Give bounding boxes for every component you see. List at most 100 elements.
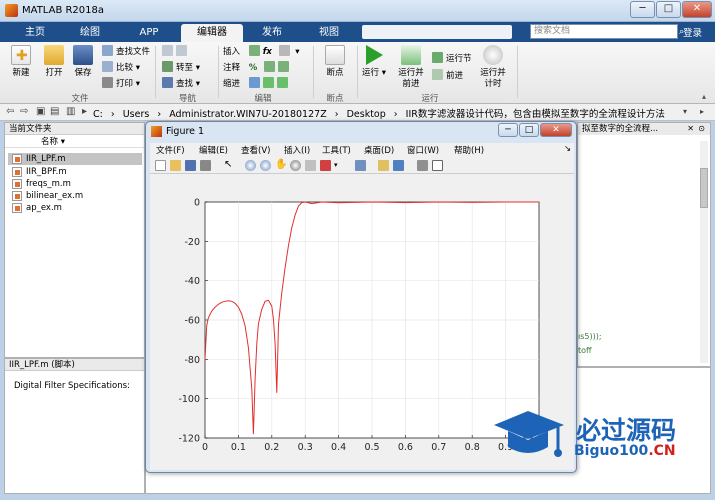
back-icon[interactable]: ⇦ (6, 106, 14, 117)
path-dropdown-icon[interactable]: ▾ (683, 107, 687, 116)
new-button[interactable]: ✚ 新建 (6, 45, 36, 79)
menu-view[interactable]: 查看(V) (241, 144, 270, 156)
nav-arrows[interactable] (162, 45, 190, 58)
save-button[interactable]: 保存 (70, 45, 96, 79)
folder-icon[interactable]: ▥ (66, 106, 75, 117)
menu-window[interactable]: 窗口(W) (407, 144, 439, 156)
tab-publish[interactable]: 发布 (246, 24, 298, 42)
menu-edit[interactable]: 编辑(E) (199, 144, 228, 156)
search-input[interactable]: 搜索文档 (530, 24, 678, 39)
m-file-icon (12, 167, 22, 177)
tab-plots[interactable]: 绘图 (64, 24, 116, 42)
advance-button[interactable]: 前进 (432, 69, 463, 82)
zoom-in-icon[interactable] (245, 160, 256, 171)
indent-increase-icon (262, 77, 274, 88)
breakpoints-button[interactable]: 断点 (318, 45, 352, 79)
menu-tools[interactable]: 工具(T) (322, 144, 351, 156)
path-separator: › (157, 109, 162, 120)
legend-icon[interactable] (393, 160, 404, 171)
open-file-icon[interactable] (170, 160, 181, 171)
run-button[interactable]: 运行 ▾ (360, 45, 388, 79)
link-plot-icon[interactable] (355, 160, 366, 171)
compare-button[interactable]: 比较 ▾ (102, 61, 140, 74)
fx-icon[interactable]: fx (263, 47, 272, 57)
code-line: ıs5))); (578, 332, 602, 341)
minimize-button[interactable]: ─ (630, 1, 655, 18)
indent-button[interactable]: 缩进 (223, 77, 291, 90)
menu-desktop[interactable]: 桌面(D) (364, 144, 394, 156)
brush-icon[interactable] (320, 160, 331, 171)
folder-up-icon[interactable]: ▣ (36, 106, 45, 117)
group-separator (218, 46, 219, 98)
goto-button[interactable]: 转至 ▾ (162, 61, 200, 74)
run-and-advance-button[interactable]: 运行并 前进 (394, 45, 428, 90)
menu-insert[interactable]: 插入(I) (284, 144, 310, 156)
run-section-icon (432, 52, 443, 63)
run-section-button[interactable]: 运行节 (432, 52, 472, 65)
figure-maximize-button[interactable]: □ (519, 123, 539, 137)
find-label: 查找 (176, 79, 194, 89)
login-link[interactable]: 登录 (683, 25, 702, 39)
run-and-time-button[interactable]: 运行并 计时 (476, 45, 510, 90)
tab-view[interactable]: 视图 (302, 24, 356, 42)
data-cursor-icon[interactable] (305, 160, 316, 171)
path-segment[interactable]: IIR数字滤波器设计代码，包含由模拟至数字的全流程设计方法 (406, 109, 665, 120)
save-figure-icon[interactable] (185, 160, 196, 171)
find-files-button[interactable]: 查找文件 (102, 45, 150, 58)
new-figure-icon[interactable] (155, 160, 166, 171)
comment-icon (263, 61, 275, 72)
rotate-icon[interactable] (290, 160, 301, 171)
path-search-icon[interactable]: ▸ (700, 107, 704, 116)
file-item[interactable]: IIR_LPF.m (8, 153, 142, 165)
close-button[interactable]: ✕ (682, 1, 712, 18)
find-button[interactable]: 查找 ▾ (162, 77, 200, 90)
editor-close-icon[interactable]: ✕ (687, 124, 694, 133)
menu-help[interactable]: 帮助(H) (454, 144, 484, 156)
browse-folder-icon[interactable]: ▤ (50, 106, 59, 117)
x-tick-label: 0.8 (465, 442, 480, 453)
file-item[interactable]: IIR_BPF.m (8, 166, 142, 178)
tab-editor[interactable]: 编辑器 (181, 24, 243, 42)
show-plot-tools-icon[interactable] (432, 160, 443, 171)
tab-apps[interactable]: APP (120, 24, 178, 42)
breadcrumb[interactable]: C: › Users › Administrator.WIN7U-2018012… (93, 106, 670, 120)
pan-icon[interactable]: ✋ (275, 160, 287, 171)
current-folder-header: 当前文件夹 (5, 123, 144, 135)
maximize-button[interactable]: □ (656, 1, 681, 18)
path-segment[interactable]: C: (93, 109, 103, 120)
collapse-ribbon-icon[interactable]: ▴ (702, 92, 706, 101)
watermark-domain: .CN (648, 443, 676, 459)
menu-file[interactable]: 文件(F) (156, 144, 185, 156)
zoom-out-icon[interactable] (260, 160, 271, 171)
comment-button[interactable]: 注释 % (223, 61, 292, 74)
uncomment-icon (277, 61, 289, 72)
file-item[interactable]: bilinear_ex.m (8, 190, 142, 202)
print-figure-icon[interactable] (200, 160, 211, 171)
print-button[interactable]: 打印 ▾ (102, 77, 140, 90)
editor-scroll-thumb[interactable] (700, 168, 708, 208)
forward-icon[interactable]: ⇨ (20, 106, 28, 117)
path-segment[interactable]: Administrator.WIN7U-20180127Z (169, 109, 327, 120)
path-segment[interactable]: Users (123, 109, 150, 120)
open-button[interactable]: 打开 (40, 45, 68, 79)
watermark-en: Biguo100.CN (574, 443, 676, 459)
breakpoints-label: 断点 (326, 68, 344, 78)
path-segment[interactable]: Desktop (347, 109, 386, 120)
file-item[interactable]: ap_ex.m (8, 202, 142, 214)
figure-title: Figure 1 (166, 126, 205, 137)
figure-minimize-button[interactable]: ─ (498, 123, 518, 137)
figure-close-button[interactable]: ✕ (540, 123, 572, 137)
brush-dropdown-icon[interactable]: ▾ (334, 160, 345, 171)
name-column-header[interactable]: 名称 ▾ (5, 136, 144, 148)
save-icon (73, 45, 93, 65)
m-file-icon (12, 179, 22, 189)
tab-home[interactable]: 主页 (10, 24, 60, 42)
colorbar-icon[interactable] (378, 160, 389, 171)
editor-menu-icon[interactable]: ⊙ (698, 124, 705, 133)
hide-plot-tools-icon[interactable] (417, 160, 428, 171)
pointer-icon[interactable]: ↖ (224, 160, 235, 171)
insert-button[interactable]: 插入 fx ▾ (223, 45, 300, 58)
percent-icon: % (248, 63, 258, 73)
menu-dock-icon[interactable]: ↘ (564, 144, 571, 154)
file-item[interactable]: freqs_m.m (8, 178, 142, 190)
